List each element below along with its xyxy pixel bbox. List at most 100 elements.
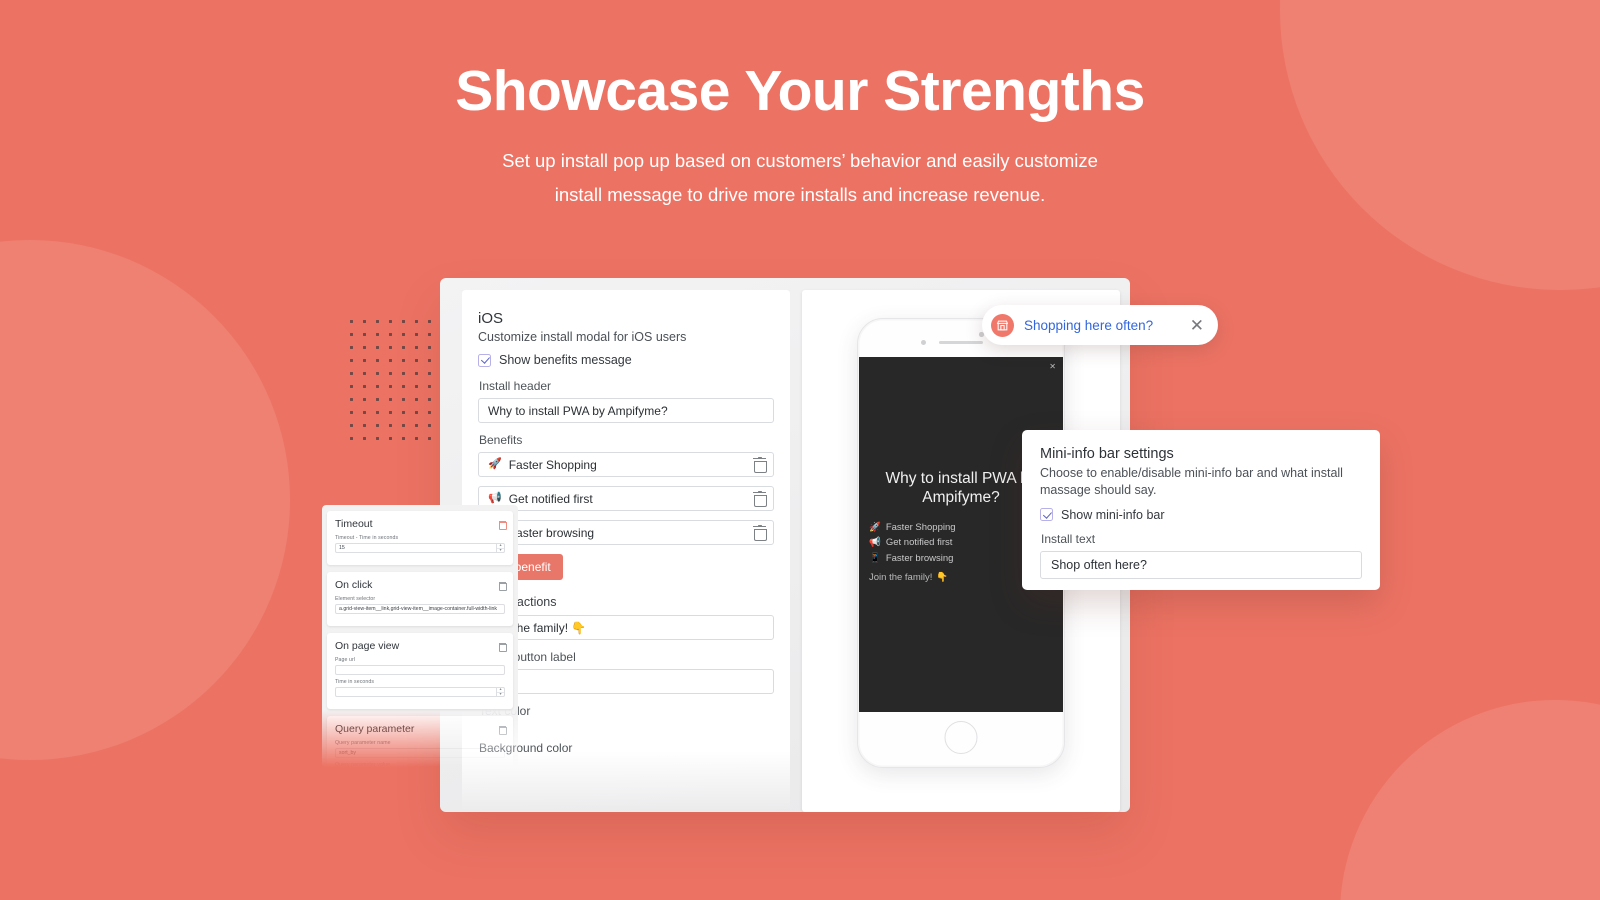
trigger-card: On click Element selector a.grid-view-item… bbox=[327, 572, 513, 626]
dot-pattern-decoration bbox=[350, 320, 442, 452]
trigger-card-header: Timeout bbox=[335, 518, 507, 530]
install-header-label: Install header bbox=[479, 379, 552, 393]
dot bbox=[428, 411, 431, 414]
dot bbox=[415, 385, 418, 388]
close-icon[interactable]: ✕ bbox=[1190, 317, 1204, 334]
dot bbox=[415, 411, 418, 414]
dot bbox=[363, 346, 366, 349]
trigger-field-label: Timeout - Time in seconds bbox=[335, 535, 399, 541]
dot bbox=[428, 320, 431, 323]
show-benefits-checkbox-row[interactable]: Show benefits message bbox=[478, 353, 774, 367]
show-benefits-checkbox[interactable] bbox=[478, 353, 491, 367]
phone-camera-icon bbox=[921, 340, 926, 345]
phone-speaker bbox=[939, 341, 983, 344]
trash-icon[interactable] bbox=[498, 581, 507, 591]
dot bbox=[350, 333, 353, 336]
cta-input[interactable]: Join the family! 👇 bbox=[478, 615, 774, 640]
mini-info-bar-toast[interactable]: Shopping here often? ✕ bbox=[982, 305, 1218, 345]
hero-subtitle-line-1: Set up install pop up based on customers… bbox=[502, 150, 1098, 172]
trigger-card-header: On click bbox=[335, 579, 507, 591]
dot bbox=[363, 320, 366, 323]
pointing-down-icon: 👇 bbox=[936, 571, 949, 583]
dot bbox=[428, 424, 431, 427]
trash-icon[interactable] bbox=[498, 642, 507, 652]
modal-close-icon[interactable]: ✕ bbox=[1049, 363, 1056, 371]
stepper-down-icon[interactable]: ▼ bbox=[497, 548, 504, 553]
dot bbox=[376, 398, 379, 401]
ios-panel-title: iOS bbox=[478, 310, 504, 327]
benefits-label: Benefits bbox=[479, 433, 523, 447]
show-mini-info-bar-checkbox[interactable] bbox=[1040, 508, 1053, 522]
dot bbox=[389, 359, 392, 362]
trigger-card-header: Query parameter bbox=[335, 723, 507, 735]
install-modal-bullet-text: Faster Shopping bbox=[885, 521, 956, 533]
show-benefits-label: Show benefits message bbox=[499, 353, 632, 367]
dot bbox=[415, 437, 418, 440]
mini-info-settings-title: Mini-info bar settings bbox=[1040, 446, 1174, 462]
trash-icon[interactable] bbox=[753, 490, 767, 507]
dot bbox=[350, 411, 353, 414]
dot bbox=[376, 333, 379, 336]
trigger-field-input[interactable]: sort_by bbox=[335, 748, 505, 758]
dot bbox=[376, 424, 379, 427]
background-blob-bottom-right bbox=[1340, 700, 1600, 900]
dot bbox=[376, 320, 379, 323]
number-stepper[interactable]: ▲ ▼ bbox=[496, 688, 504, 696]
background-color-label: Background color bbox=[479, 741, 573, 755]
call-to-actions-label: Call to actions bbox=[478, 595, 557, 609]
dot bbox=[363, 359, 366, 362]
install-button-label-input[interactable] bbox=[478, 669, 774, 694]
dot bbox=[415, 398, 418, 401]
dot bbox=[402, 333, 405, 336]
dot bbox=[389, 385, 392, 388]
trigger-field-label: Time in seconds bbox=[335, 679, 375, 685]
benefit-row[interactable]: 📱 Faster browsing bbox=[478, 520, 774, 545]
benefit-row[interactable]: 🚀 Faster Shopping bbox=[478, 452, 774, 477]
trigger-field-label: Element selector bbox=[335, 596, 376, 602]
trigger-field-input[interactable]: 15 ▲ ▼ bbox=[335, 543, 505, 553]
install-text-input[interactable]: Shop often here? bbox=[1040, 550, 1362, 579]
install-header-input[interactable]: Why to install PWA by Ampifyme? bbox=[478, 398, 774, 423]
storefront-icon bbox=[991, 313, 1014, 337]
megaphone-icon: 📢 bbox=[869, 537, 881, 549]
dot bbox=[350, 398, 353, 401]
dot bbox=[389, 424, 392, 427]
stepper-down-icon[interactable]: ▼ bbox=[497, 692, 504, 697]
trigger-field-input[interactable] bbox=[335, 665, 505, 675]
page-title: Showcase Your Strengths bbox=[455, 59, 1145, 123]
dot bbox=[376, 372, 379, 375]
dot bbox=[402, 398, 405, 401]
triggers-settings-panel: Timeout Timeout - Time in seconds 15 ▲ ▼ On c… bbox=[322, 505, 518, 767]
dot bbox=[402, 411, 405, 414]
dot bbox=[389, 346, 392, 349]
megaphone-icon: 📢 bbox=[488, 492, 502, 504]
dot bbox=[350, 320, 353, 323]
dot bbox=[363, 398, 366, 401]
mini-info-bar-settings-panel: Mini-info bar settings Choose to enable/… bbox=[1022, 430, 1380, 590]
dot bbox=[376, 437, 379, 440]
benefit-row[interactable]: 📢 Get notified first bbox=[478, 486, 774, 511]
number-stepper[interactable]: ▲ ▼ bbox=[496, 544, 504, 552]
trigger-card-header: On page view bbox=[335, 640, 507, 652]
install-modal-bullet-text: Faster browsing bbox=[885, 552, 954, 564]
trigger-field-input[interactable]: ▲ ▼ bbox=[335, 687, 505, 697]
trash-icon[interactable] bbox=[498, 520, 507, 530]
dot bbox=[350, 372, 353, 375]
text-color-label: Text color bbox=[479, 704, 774, 718]
show-mini-info-bar-checkbox-row[interactable]: Show mini-info bar bbox=[1040, 508, 1362, 522]
dot bbox=[402, 346, 405, 349]
dot bbox=[428, 385, 431, 388]
trash-icon[interactable] bbox=[753, 456, 767, 473]
dot bbox=[428, 398, 431, 401]
mini-info-settings-subtitle: Choose to enable/disable mini-info bar a… bbox=[1040, 466, 1343, 497]
dot bbox=[428, 346, 431, 349]
trash-icon[interactable] bbox=[753, 524, 767, 541]
trigger-card-title: On click bbox=[335, 579, 373, 591]
trigger-field-input[interactable]: a.grid-view-item__link,grid-view-item__i… bbox=[335, 604, 505, 614]
dot bbox=[350, 385, 353, 388]
install-text-label: Install text bbox=[1041, 531, 1096, 546]
rocket-icon: 🚀 bbox=[869, 521, 881, 533]
phone-home-button bbox=[944, 721, 978, 754]
dot bbox=[363, 424, 366, 427]
trash-icon[interactable] bbox=[498, 725, 507, 735]
